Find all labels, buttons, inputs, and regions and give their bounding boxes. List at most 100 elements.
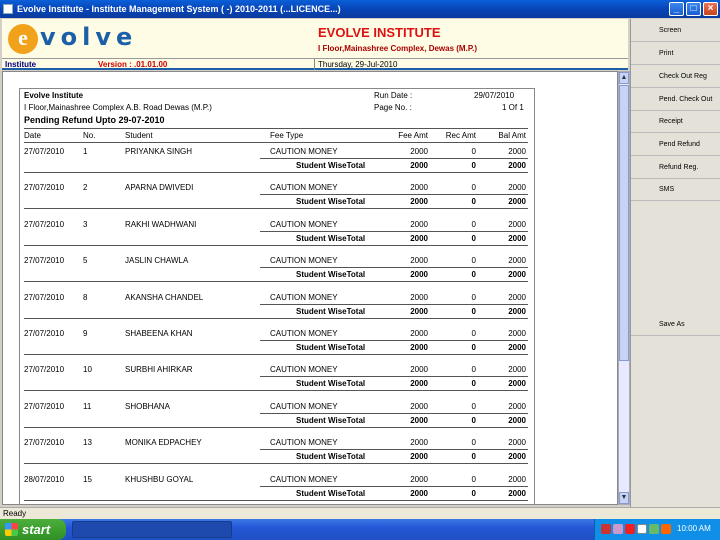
tray-security-icon[interactable]: [649, 524, 659, 534]
col-header-bal-amt: Bal Amt: [498, 131, 526, 140]
subtotal-bal: 2000: [508, 452, 526, 462]
subtotal-fee: 2000: [410, 379, 428, 389]
close-button[interactable]: ×: [703, 2, 718, 16]
subtotal-rule: [260, 158, 528, 159]
panel-button-screen[interactable]: Screen: [631, 20, 720, 42]
subtotal-rec: 0: [471, 452, 476, 462]
row-no: 1: [83, 147, 88, 156]
start-button[interactable]: start: [0, 519, 66, 540]
institute-label: Institute: [5, 60, 37, 69]
subtotal-label: Student WiseTotal: [296, 452, 366, 462]
app-header: e volve EVOLVE INSTITUTE I Floor,Mainash…: [2, 19, 628, 59]
col-header-student: Student: [125, 131, 153, 140]
subtotal-rec: 0: [471, 343, 476, 352]
row-separator: [24, 317, 528, 319]
row-fee-amt: 2000: [410, 292, 428, 302]
minimize-button[interactable]: _: [669, 2, 684, 16]
row-fee-type: CAUTION MONEY: [270, 183, 338, 193]
row-fee-type: CAUTION MONEY: [270, 256, 338, 266]
subtotal-rec: 0: [471, 488, 476, 498]
taskbar-app-item[interactable]: [72, 521, 232, 538]
row-fee-amt: 2000: [410, 256, 428, 266]
tray-volume-icon[interactable]: [637, 524, 647, 534]
logo-text: volve: [40, 23, 138, 51]
subtotal-label: Student WiseTotal: [296, 270, 366, 280]
subtotal-rec: 0: [471, 415, 476, 425]
row-date: 27/07/2010: [24, 292, 65, 302]
col-header-date: Date: [24, 131, 41, 140]
report-viewer[interactable]: Evolve Institute I Floor,Mainashree Comp…: [2, 71, 618, 505]
row-no: 9: [83, 329, 88, 338]
col-header-rec-amt: Rec Amt: [445, 131, 476, 140]
subtotal-bal: 2000: [508, 233, 526, 243]
subtotal-fee: 2000: [410, 343, 428, 352]
tray-antivirus-icon[interactable]: [625, 524, 635, 534]
row-fee-amt: 2000: [410, 183, 428, 193]
col-header-no: No.: [83, 131, 96, 140]
row-fee-amt: 2000: [410, 474, 428, 484]
subtotal-rec: 0: [471, 233, 476, 243]
panel-button-pend-refund[interactable]: Pend Refund: [631, 134, 720, 156]
col-header-fee-amt: Fee Amt: [398, 131, 428, 140]
row-fee-amt: 2000: [410, 365, 428, 375]
subtotal-fee: 2000: [410, 197, 428, 207]
row-rec-amt: 0: [471, 183, 476, 193]
panel-button-refund-reg[interactable]: Refund Reg.: [631, 157, 720, 179]
subtotal-fee: 2000: [410, 233, 428, 243]
row-rec-amt: 0: [471, 329, 476, 338]
panel-button-save-as[interactable]: Save As: [631, 314, 720, 336]
subtotal-bal: 2000: [508, 488, 526, 498]
row-bal-amt: 2000: [508, 365, 526, 375]
row-date: 27/07/2010: [24, 256, 65, 266]
panel-button-check-out-reg[interactable]: Check Out Reg: [631, 66, 720, 88]
row-no: 2: [83, 183, 88, 193]
tray-network-icon[interactable]: [613, 524, 623, 534]
row-date: 27/07/2010: [24, 219, 65, 229]
row-date: 27/07/2010: [24, 365, 65, 375]
row-separator: [24, 208, 528, 210]
row-date: 27/07/2010: [24, 401, 65, 411]
vertical-scrollbar[interactable]: ▲ ▼: [618, 71, 630, 505]
row-student: APARNA DWIVEDI: [125, 183, 194, 193]
scroll-thumb[interactable]: [619, 85, 629, 361]
row-separator: [24, 390, 528, 392]
report-org: Evolve Institute: [24, 91, 84, 100]
row-date: 27/07/2010: [24, 329, 65, 338]
subtotal-rec: 0: [471, 379, 476, 389]
logo-e-icon: e: [8, 24, 38, 54]
scroll-down-icon[interactable]: ▼: [619, 492, 629, 504]
row-rec-amt: 0: [471, 256, 476, 266]
row-student: KHUSHBU GOYAL: [125, 474, 194, 484]
taskbar: start 10:00 AM: [0, 519, 720, 540]
subtotal-label: Student WiseTotal: [296, 197, 366, 207]
system-tray: 10:00 AM: [594, 519, 720, 540]
row-rec-amt: 0: [471, 219, 476, 229]
tray-app-icon[interactable]: [601, 524, 611, 534]
row-bal-amt: 2000: [508, 256, 526, 266]
row-date: 27/07/2010: [24, 438, 65, 448]
maximize-button[interactable]: □: [686, 2, 701, 16]
row-fee-type: CAUTION MONEY: [270, 365, 338, 375]
report-address: I Floor,Mainashree Complex A.B. Road Dew…: [24, 103, 212, 112]
row-fee-amt: 2000: [410, 329, 428, 338]
panel-button-pend-check-out[interactable]: Pend. Check Out: [631, 89, 720, 111]
subtotal-bal: 2000: [508, 415, 526, 425]
panel-button-print[interactable]: Print: [631, 43, 720, 65]
subtotal-label: Student WiseTotal: [296, 379, 366, 389]
row-bal-amt: 2000: [508, 183, 526, 193]
tray-update-icon[interactable]: [661, 524, 671, 534]
panel-button-sms[interactable]: SMS: [631, 179, 720, 201]
subtotal-fee: 2000: [410, 270, 428, 280]
row-bal-amt: 2000: [508, 401, 526, 411]
info-divider: [314, 59, 315, 70]
subtotal-rule: [260, 267, 528, 269]
subtotal-label: Student WiseTotal: [296, 306, 366, 316]
panel-button-receipt[interactable]: Receipt: [631, 111, 720, 133]
row-student: PRIYANKA SINGH: [125, 147, 192, 156]
subtotal-rec: 0: [471, 197, 476, 207]
info-bar: Institute Version : .01.01.00 Thursday, …: [2, 59, 628, 70]
scroll-up-icon[interactable]: ▲: [619, 72, 629, 84]
subtotal-rule: [260, 194, 528, 196]
row-rec-amt: 0: [471, 292, 476, 302]
subtotal-rec: 0: [471, 161, 476, 170]
